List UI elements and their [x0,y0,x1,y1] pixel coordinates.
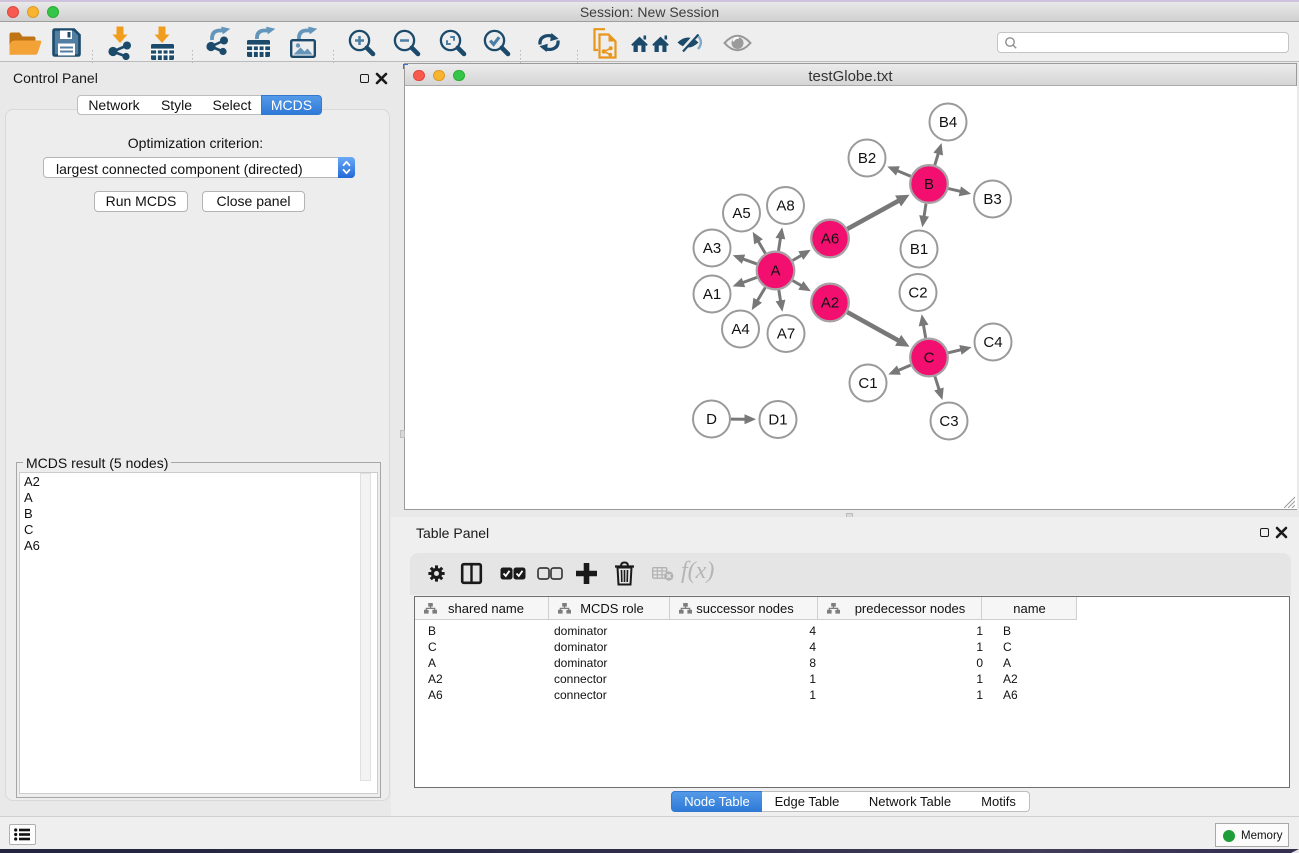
svg-text:D: D [706,411,717,428]
svg-text:C3: C3 [939,413,958,430]
svg-text:A6: A6 [821,231,839,248]
svg-text:A3: A3 [703,240,721,257]
svg-text:C: C [924,350,935,367]
svg-text:C1: C1 [858,375,877,392]
svg-text:A2: A2 [821,295,839,312]
svg-text:A7: A7 [777,326,795,343]
svg-text:A5: A5 [732,205,750,222]
svg-text:A: A [770,263,780,280]
svg-text:B3: B3 [983,191,1001,208]
svg-text:C2: C2 [908,285,927,302]
svg-text:B2: B2 [858,150,876,167]
svg-text:B4: B4 [939,114,957,131]
svg-text:A8: A8 [776,198,794,215]
svg-text:B1: B1 [910,241,928,258]
svg-text:B: B [924,176,934,193]
svg-text:D1: D1 [768,412,787,429]
svg-text:A4: A4 [731,321,749,338]
svg-text:C4: C4 [983,334,1002,351]
svg-text:A1: A1 [703,286,721,303]
